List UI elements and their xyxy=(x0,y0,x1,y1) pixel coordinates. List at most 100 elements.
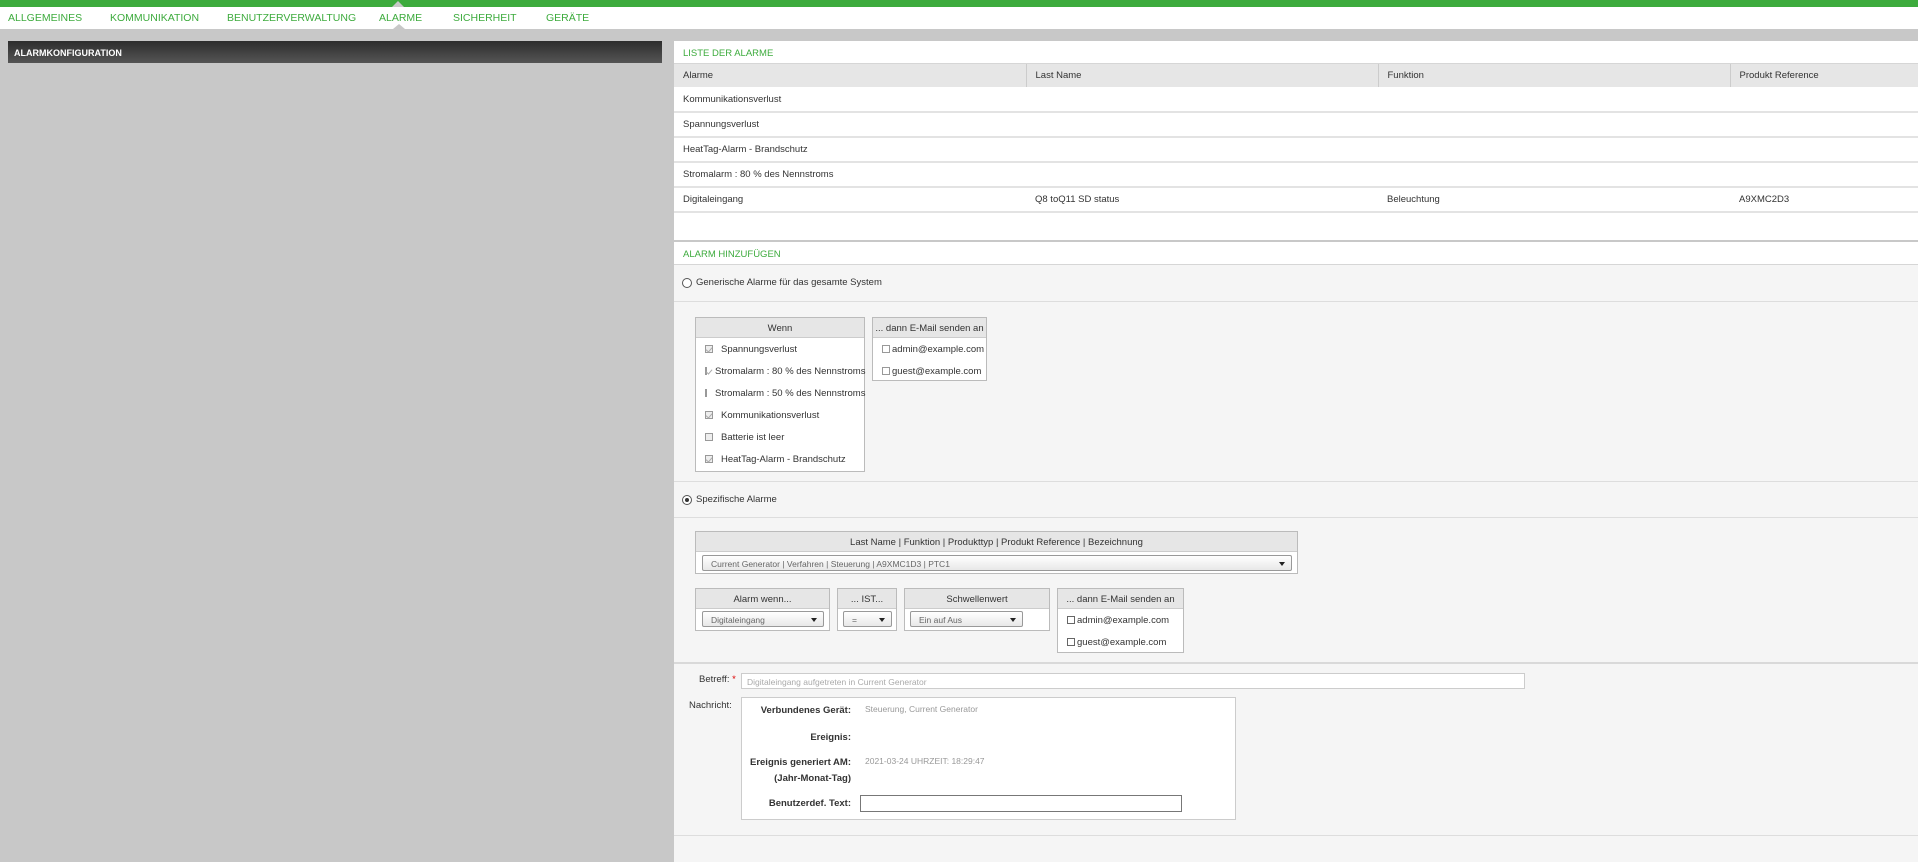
checkbox[interactable] xyxy=(705,389,707,397)
tab-alarme[interactable]: ALARME xyxy=(379,12,422,24)
operator-header: ... IST... xyxy=(838,589,896,609)
when-item[interactable]: Batterie ist leer xyxy=(696,426,864,448)
device-selection-box: Last Name | Funktion | Produkttyp | Prod… xyxy=(695,531,1298,574)
specific-email-header: ... dann E-Mail senden an xyxy=(1058,589,1183,609)
threshold-select[interactable]: Ein auf Aus xyxy=(910,611,1023,627)
threshold-header: Schwellenwert xyxy=(905,589,1049,609)
checkbox[interactable] xyxy=(705,411,713,419)
generic-email-box: ... dann E-Mail senden an admin@example.… xyxy=(872,317,987,381)
email-option[interactable]: admin@example.com xyxy=(873,338,986,360)
left-sidebar: ALARMKONFIGURATION xyxy=(0,29,674,862)
when-header: Wenn xyxy=(696,318,864,338)
column-header-produkt-reference[interactable]: Produkt Reference xyxy=(1729,64,1918,87)
chevron-down-icon xyxy=(1010,618,1016,622)
cell-last-name xyxy=(1026,137,1378,163)
message-box: Verbundenes Gerät: Steuerung, Current Ge… xyxy=(741,697,1236,820)
active-tab-pointer xyxy=(392,1,404,7)
when-item[interactable]: Kommunikationsverlust xyxy=(696,404,864,426)
card-footer xyxy=(674,835,1918,862)
email-option[interactable]: admin@example.com xyxy=(1058,609,1183,631)
table-row[interactable]: HeatTag-Alarm - Brandschutz xyxy=(674,137,1918,163)
add-alarm-card: ALARM HINZUFÜGEN Generische Alarme für d… xyxy=(674,242,1918,860)
top-accent-bar xyxy=(0,0,1918,7)
cell-alarm: Stromalarm : 80 % des Nennstroms xyxy=(674,162,1026,188)
table-row[interactable]: Stromalarm : 80 % des Nennstroms xyxy=(674,162,1918,188)
table-row[interactable]: Digitaleingang Q8 toQ11 SD status Beleuc… xyxy=(674,187,1918,213)
sidebar-header-alarmkonfiguration[interactable]: ALARMKONFIGURATION xyxy=(8,41,662,63)
checkbox[interactable] xyxy=(705,345,713,353)
cell-alarm: Kommunikationsverlust xyxy=(674,87,1026,113)
email-label: admin@example.com xyxy=(892,343,985,355)
column-header-funktion[interactable]: Funktion xyxy=(1377,64,1730,87)
when-item-label: Stromalarm : 80 % des Nennstroms xyxy=(715,365,866,377)
generic-alarm-label: Generische Alarme für das gesamte System xyxy=(696,277,882,288)
alarm-list-card: LISTE DER ALARME Alarme Last Name Funkti… xyxy=(674,41,1918,240)
alarm-when-header: Alarm wenn... xyxy=(696,589,829,609)
tab-allgemeines[interactable]: ALLGEMEINES xyxy=(8,12,82,24)
alarm-when-box: Alarm wenn... Digitaleingang xyxy=(695,588,830,631)
operator-select[interactable]: = xyxy=(843,611,892,627)
cell-last-name xyxy=(1026,162,1378,188)
message-label: Nachricht: xyxy=(689,700,732,711)
when-item[interactable]: HeatTag-Alarm - Brandschutz xyxy=(696,448,864,470)
when-item[interactable]: Spannungsverlust xyxy=(696,338,864,360)
email-option[interactable]: guest@example.com xyxy=(873,360,986,382)
table-row[interactable]: Spannungsverlust xyxy=(674,112,1918,138)
tab-sicherheit[interactable]: SICHERHEIT xyxy=(453,12,517,24)
checkbox[interactable] xyxy=(1067,638,1075,646)
custom-text-input[interactable] xyxy=(860,795,1182,812)
column-header-last-name[interactable]: Last Name xyxy=(1025,64,1378,87)
alarm-when-select[interactable]: Digitaleingang xyxy=(702,611,824,627)
msg-event-label: Ereignis: xyxy=(810,732,851,743)
msg-generated-value: 2021-03-24 UHRZEIT: 18:29:47 xyxy=(865,756,985,766)
cell-alarm: HeatTag-Alarm - Brandschutz xyxy=(674,137,1026,163)
specific-alarm-label: Spezifische Alarme xyxy=(696,494,777,505)
device-select[interactable]: Current Generator | Verfahren | Steuerun… xyxy=(702,555,1292,571)
chevron-down-icon xyxy=(811,618,817,622)
checkbox[interactable] xyxy=(1067,616,1075,624)
msg-custom-label: Benutzerdef. Text: xyxy=(768,798,851,809)
checkbox[interactable] xyxy=(705,433,713,441)
tab-benutzerverwaltung[interactable]: BENUTZERVERWALTUNG xyxy=(227,12,356,24)
msg-device-value: Steuerung, Current Generator xyxy=(865,704,978,714)
when-item-label: Stromalarm : 50 % des Nennstroms xyxy=(715,387,866,399)
cell-alarm: Spannungsverlust xyxy=(674,112,1026,138)
msg-generated-sub: (Jahr-Monat-Tag) xyxy=(774,773,851,784)
generic-alarm-radio[interactable] xyxy=(682,277,692,288)
when-item-label: Kommunikationsverlust xyxy=(721,409,820,421)
subject-label-text: Betreff: xyxy=(699,674,730,685)
when-conditions-box: Wenn Spannungsverlust Stromalarm : 80 % … xyxy=(695,317,865,472)
cell-reference: A9XMC2D3 xyxy=(1730,187,1918,213)
cell-funktion xyxy=(1378,162,1730,188)
alarm-list-table: Alarme Last Name Funktion Produkt Refere… xyxy=(674,64,1918,213)
when-item-label: Spannungsverlust xyxy=(721,343,798,355)
subject-label: Betreff: * xyxy=(699,674,736,685)
alarm-list-title: LISTE DER ALARME xyxy=(674,41,1918,64)
specific-alarm-radio[interactable] xyxy=(682,494,692,505)
specific-email-box: ... dann E-Mail senden an admin@example.… xyxy=(1057,588,1184,653)
email-option[interactable]: guest@example.com xyxy=(1058,631,1183,653)
operator-select-value: = xyxy=(852,615,857,625)
subject-input[interactable]: Digitaleingang aufgetreten in Current Ge… xyxy=(741,673,1525,689)
generic-alarm-option[interactable]: Generische Alarme für das gesamte System xyxy=(682,277,882,288)
tab-kommunikation[interactable]: KOMMUNIKATION xyxy=(110,12,199,24)
when-item[interactable]: Stromalarm : 80 % des Nennstroms xyxy=(696,360,866,382)
specific-alarm-option[interactable]: Spezifische Alarme xyxy=(682,494,777,505)
when-item-label: Batterie ist leer xyxy=(721,431,785,443)
checkbox[interactable] xyxy=(705,455,713,463)
main-content: LISTE DER ALARME Alarme Last Name Funkti… xyxy=(674,29,1918,862)
checkbox[interactable] xyxy=(882,367,890,375)
cell-reference xyxy=(1730,137,1918,163)
when-item[interactable]: Stromalarm : 50 % des Nennstroms xyxy=(696,382,866,404)
checkbox[interactable] xyxy=(705,367,707,375)
subject-input-value: Digitaleingang aufgetreten in Current Ge… xyxy=(747,677,927,687)
cell-reference xyxy=(1730,87,1918,113)
section-divider xyxy=(674,517,1918,518)
main-navigation: ALLGEMEINES KOMMUNIKATION BENUTZERVERWAL… xyxy=(0,1,1918,29)
column-header-alarme[interactable]: Alarme xyxy=(674,64,1026,87)
cell-alarm: Digitaleingang xyxy=(674,187,1026,213)
table-row[interactable]: Kommunikationsverlust xyxy=(674,87,1918,113)
msg-device-label: Verbundenes Gerät: xyxy=(760,705,851,716)
tab-geraete[interactable]: GERÄTE xyxy=(546,12,589,24)
checkbox[interactable] xyxy=(882,345,890,353)
